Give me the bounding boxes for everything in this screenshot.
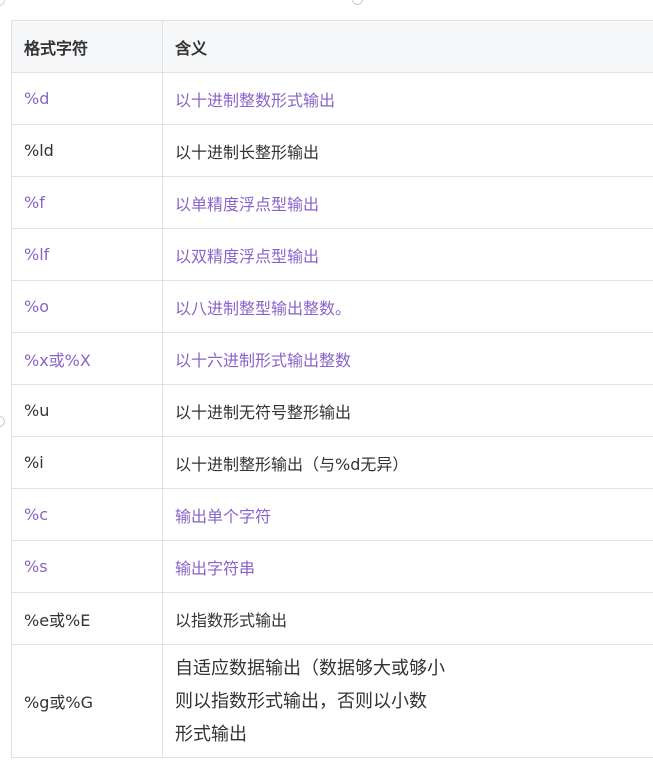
table-row: %s 输出字符串 [11, 540, 653, 593]
table-row: %c 输出单个字符 [11, 488, 653, 541]
decoration-circle [0, 416, 5, 427]
format-code-cell: %g或%G [11, 644, 163, 758]
meaning-line: 形式输出 [175, 723, 247, 745]
decoration-circle [352, 0, 363, 5]
format-code-cell: %ld [11, 124, 163, 177]
table-header-row: 格式字符 含义 [11, 20, 653, 73]
table-row: %ld 以十进制长整形输出 [11, 124, 653, 177]
format-code-cell: %f [11, 176, 163, 229]
format-code-cell: %o [11, 280, 163, 333]
meaning-line: 自适应数据输出（数据够大或够小 [175, 657, 445, 679]
page: 格式字符 含义 %d 以十进制整数形式输出 %ld 以十进制长整形输出 %f 以… [0, 0, 653, 767]
decoration-circle [0, 0, 5, 6]
format-code-cell: %d [11, 72, 163, 125]
table-row: %u 以十进制无符号整形输出 [11, 384, 653, 437]
header-meaning: 含义 [162, 20, 653, 73]
meaning-cell: 以指数形式输出 [162, 592, 653, 645]
meaning-cell: 以八进制整型输出整数。 [162, 280, 653, 333]
meaning-cell: 以十进制无符号整形输出 [162, 384, 653, 437]
meaning-line: 则以指数形式输出，否则以小数 [175, 690, 427, 712]
table-row: %d 以十进制整数形式输出 [11, 72, 653, 125]
meaning-cell: 输出字符串 [162, 540, 653, 593]
table-row: %f 以单精度浮点型输出 [11, 176, 653, 229]
table-row: %x或%X 以十六进制形式输出整数 [11, 332, 653, 385]
table-row: %i 以十进制整形输出（与%d无异） [11, 436, 653, 489]
meaning-cell: 以十六进制形式输出整数 [162, 332, 653, 385]
meaning-cell: 以十进制长整形输出 [162, 124, 653, 177]
table-row: %o 以八进制整型输出整数。 [11, 280, 653, 333]
table-row: %lf 以双精度浮点型输出 [11, 228, 653, 281]
format-code-cell: %lf [11, 228, 163, 281]
format-code-cell: %u [11, 384, 163, 437]
header-format-char: 格式字符 [11, 20, 163, 73]
meaning-cell: 以双精度浮点型输出 [162, 228, 653, 281]
meaning-cell: 以十进制整形输出（与%d无异） [162, 436, 653, 489]
format-code-cell: %i [11, 436, 163, 489]
meaning-cell: 以单精度浮点型输出 [162, 176, 653, 229]
meaning-cell: 输出单个字符 [162, 488, 653, 541]
meaning-cell: 以十进制整数形式输出 [162, 72, 653, 125]
format-specifier-table: 格式字符 含义 %d 以十进制整数形式输出 %ld 以十进制长整形输出 %f 以… [11, 20, 653, 758]
format-code-cell: %e或%E [11, 592, 163, 645]
table-row: %e或%E 以指数形式输出 [11, 592, 653, 645]
meaning-cell: 自适应数据输出（数据够大或够小 则以指数形式输出，否则以小数 形式输出 [162, 644, 653, 758]
format-code-cell: %s [11, 540, 163, 593]
format-code-cell: %c [11, 488, 163, 541]
table-row: %g或%G 自适应数据输出（数据够大或够小 则以指数形式输出，否则以小数 形式输… [11, 644, 653, 758]
format-code-cell: %x或%X [11, 332, 163, 385]
